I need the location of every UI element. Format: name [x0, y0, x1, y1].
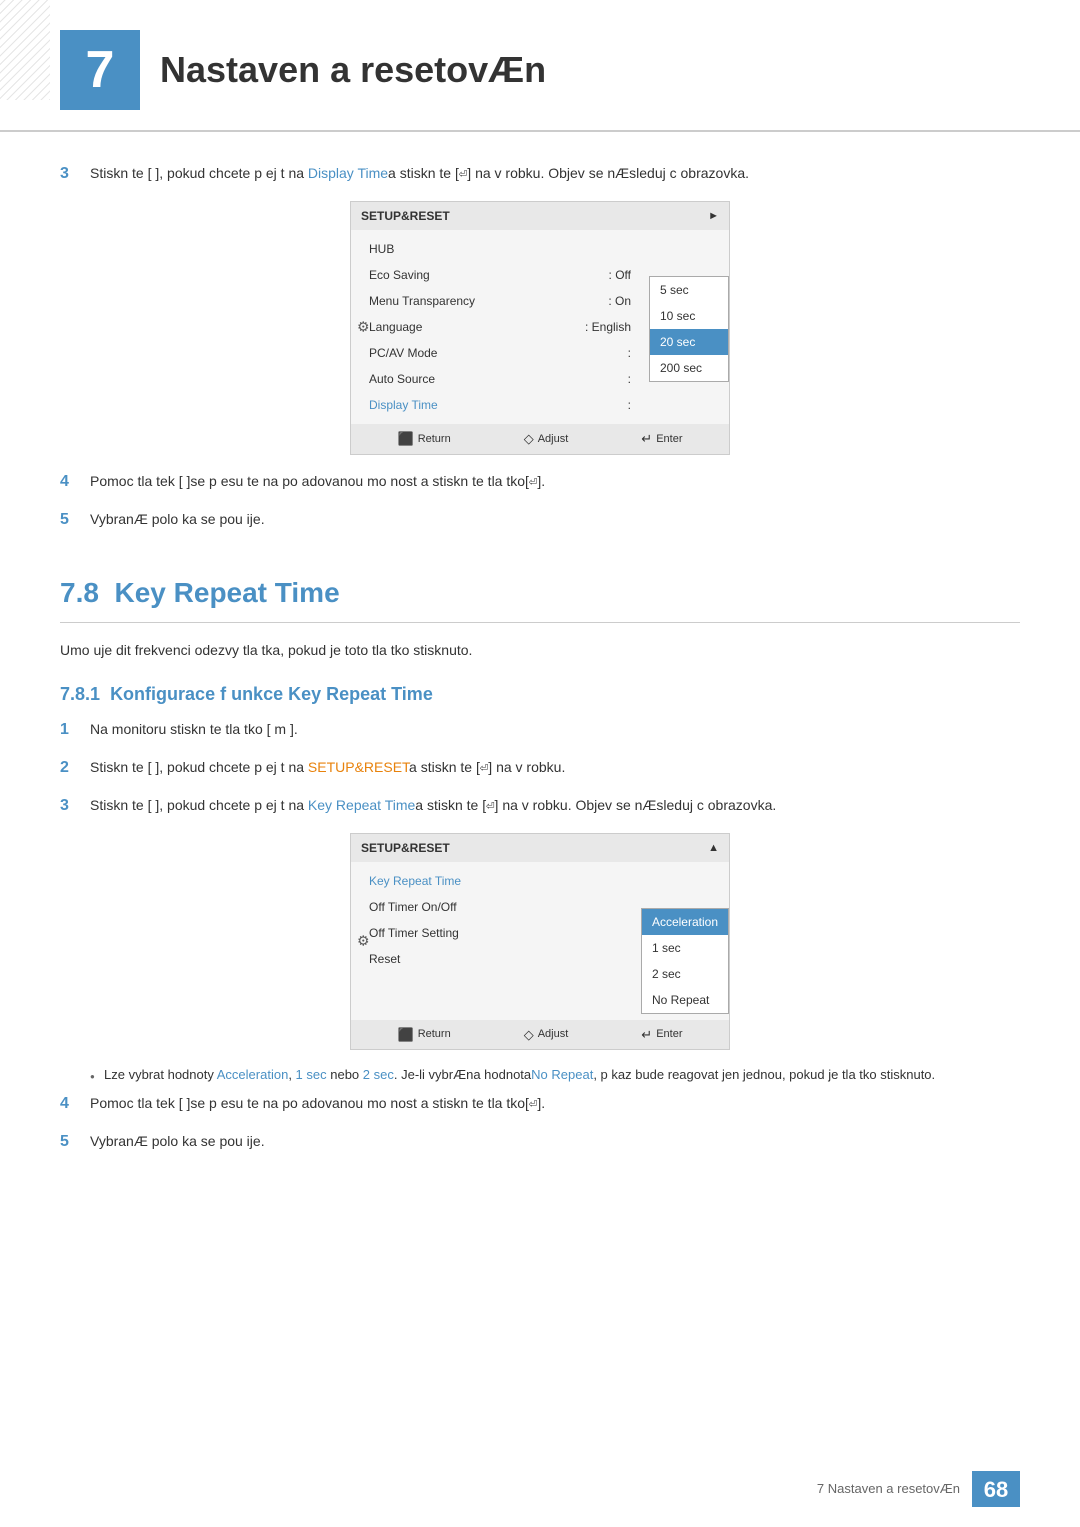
- menu2-body: ⚙ Key Repeat Time Off Timer On/Off Off T…: [351, 862, 729, 1020]
- step-781-number-1: 1: [60, 718, 90, 742]
- submenu1-20sec: 20 sec: [650, 329, 728, 355]
- step-number-4-intro: 4: [60, 470, 90, 494]
- enter-icon-2: ↵: [641, 1025, 652, 1045]
- step-781-number-3: 3: [60, 794, 90, 818]
- menu1-item-hub: HUB: [361, 236, 639, 262]
- menu1-footer-enter: ↵ Enter: [641, 429, 682, 449]
- step-781-5: 5 VybranÆ polo ka se pou ije.: [60, 1130, 1020, 1154]
- chapter-title: Nastaven a resetovÆn: [160, 43, 546, 97]
- menu1-item-language: Language : English: [361, 314, 639, 340]
- menu2-item-reset: Reset: [361, 946, 631, 972]
- menu1-body: ⚙ HUB Eco Saving : Off Menu Transparency…: [351, 230, 729, 424]
- menu2-footer-adjust: ◇ Adjust: [524, 1025, 569, 1045]
- menu1-item-transparency: Menu Transparency : On: [361, 288, 639, 314]
- step-3-intro: 3 Stiskn te [ ], pokud chcete p ej t na …: [60, 162, 1020, 186]
- menu1-item-pcav: PC/AV Mode :: [361, 340, 639, 366]
- menu2-gear-icon: ⚙: [357, 930, 370, 951]
- menu2-item-keyrepeat: Key Repeat Time: [361, 868, 631, 894]
- menu2-item-offtimerset: Off Timer Setting: [361, 920, 631, 946]
- step-4-intro: 4 Pomoc tla tek [ ]se p esu te na po ado…: [60, 470, 1020, 494]
- step-781-number-2: 2: [60, 756, 90, 780]
- page-footer: 7 Nastaven a resetovÆn 68: [817, 1471, 1020, 1507]
- submenu1-10sec: 10 sec: [650, 303, 728, 329]
- submenu1-200sec: 200 sec: [650, 355, 728, 381]
- step-781-1: 1 Na monitoru stiskn te tla tko [ m ].: [60, 718, 1020, 742]
- bullet-note: ● Lze vybrat hodnoty Acceleration, 1 sec…: [90, 1065, 1020, 1086]
- step-781-number-5: 5: [60, 1130, 90, 1154]
- chapter-number: 7: [60, 30, 140, 110]
- submenu2-norepeat: No Repeat: [642, 987, 728, 1013]
- step-number-5-intro: 5: [60, 508, 90, 532]
- return-icon-2: ⬛: [398, 1025, 414, 1045]
- menu1-footer-adjust: ◇ Adjust: [524, 429, 569, 449]
- menu1-item-eco: Eco Saving : Off: [361, 262, 639, 288]
- step-781-2: 2 Stiskn te [ ], pokud chcete p ej t na …: [60, 756, 1020, 780]
- display-time-highlight: Display Time: [308, 165, 388, 181]
- menu2-footer-return: ⬛ Return: [398, 1025, 451, 1045]
- adjust-icon: ◇: [524, 429, 534, 449]
- step-3-text: Stiskn te [ ], pokud chcete p ej t na Di…: [90, 162, 749, 185]
- norepeat-highlight: No Repeat: [531, 1067, 593, 1082]
- acceleration-highlight: Acceleration: [217, 1067, 289, 1082]
- menu2-items: Key Repeat Time Off Timer On/Off Off Tim…: [351, 868, 641, 1014]
- bullet-dot: ●: [90, 1071, 104, 1083]
- step-5-intro-text: VybranÆ polo ka se pou ije.: [90, 508, 265, 530]
- step-781-1-text: Na monitoru stiskn te tla tko [ m ].: [90, 718, 298, 740]
- menu2-title: SETUP&RESET: [361, 839, 450, 857]
- menu1-arrow: ►: [708, 208, 719, 225]
- 2sec-highlight: 2 sec: [363, 1067, 394, 1082]
- main-content: 3 Stiskn te [ ], pokud chcete p ej t na …: [0, 162, 1080, 1154]
- menu-screenshot-2: SETUP&RESET ▲ ⚙ Key Repeat Time Off Time…: [350, 833, 730, 1051]
- bullet-text: Lze vybrat hodnoty Acceleration, 1 sec n…: [104, 1065, 935, 1086]
- menu1-submenu: 5 sec 10 sec 20 sec 200 sec: [649, 276, 729, 382]
- menu1-footer: ⬛ Return ◇ Adjust ↵ Enter: [351, 424, 729, 454]
- footer-text: 7 Nastaven a resetovÆn: [817, 1479, 960, 1499]
- 1sec-highlight: 1 sec: [296, 1067, 327, 1082]
- submenu2-1sec: 1 sec: [642, 935, 728, 961]
- section-78-header: 7.8 Key Repeat Time: [60, 572, 1020, 623]
- menu1-gear-icon: ⚙: [357, 317, 370, 338]
- adjust-icon-2: ◇: [524, 1025, 534, 1045]
- step-781-2-text: Stiskn te [ ], pokud chcete p ej t na SE…: [90, 756, 565, 779]
- section-78-title: 7.8 Key Repeat Time: [60, 572, 1020, 623]
- step-781-3: 3 Stiskn te [ ], pokud chcete p ej t na …: [60, 794, 1020, 818]
- menu1-item-autosource: Auto Source :: [361, 366, 639, 392]
- menu-screenshot-1: SETUP&RESET ► ⚙ HUB Eco Saving : Off Men…: [350, 201, 730, 455]
- menu-title-bar-2: SETUP&RESET ▲: [351, 834, 729, 862]
- step-781-4: 4 Pomoc tla tek [ ]se p esu te na po ado…: [60, 1092, 1020, 1116]
- menu1-items: HUB Eco Saving : Off Menu Transparency :…: [351, 236, 649, 418]
- page-number: 68: [972, 1471, 1020, 1507]
- step-781-3-text: Stiskn te [ ], pokud chcete p ej t na Ke…: [90, 794, 776, 817]
- menu2-arrow: ▲: [708, 840, 719, 857]
- menu2-footer-enter: ↵ Enter: [641, 1025, 682, 1045]
- menu1-footer-return: ⬛ Return: [398, 429, 451, 449]
- menu2-item-offtimer: Off Timer On/Off: [361, 894, 631, 920]
- subsection-781-title: 7.8.1 Konfigurace f unkce Key Repeat Tim…: [60, 681, 1020, 708]
- chapter-header: 7 Nastaven a resetovÆn: [0, 0, 1080, 132]
- return-icon: ⬛: [398, 429, 414, 449]
- section-78-desc: Umo uje dit frekvenci odezvy tla tka, po…: [60, 639, 1020, 661]
- step-number-3: 3: [60, 162, 90, 186]
- step-5-intro: 5 VybranÆ polo ka se pou ije.: [60, 508, 1020, 532]
- menu2-submenu: Acceleration 1 sec 2 sec No Repeat: [641, 908, 729, 1014]
- menu1-title: SETUP&RESET: [361, 207, 450, 225]
- hatch-decoration: [0, 0, 50, 100]
- submenu2-2sec: 2 sec: [642, 961, 728, 987]
- submenu1-5sec: 5 sec: [650, 277, 728, 303]
- step-781-number-4: 4: [60, 1092, 90, 1116]
- menu2-footer: ⬛ Return ◇ Adjust ↵ Enter: [351, 1020, 729, 1050]
- menu-title-bar-1: SETUP&RESET ►: [351, 202, 729, 230]
- submenu2-acceleration: Acceleration: [642, 909, 728, 935]
- step-4-intro-text: Pomoc tla tek [ ]se p esu te na po adova…: [90, 470, 545, 493]
- step-781-5-text: VybranÆ polo ka se pou ije.: [90, 1130, 265, 1152]
- step-781-4-text: Pomoc tla tek [ ]se p esu te na po adova…: [90, 1092, 545, 1115]
- setup-reset-highlight: SETUP&RESET: [308, 759, 409, 775]
- key-repeat-time-highlight: Key Repeat Time: [308, 797, 415, 813]
- menu1-item-displaytime: Display Time :: [361, 392, 639, 418]
- enter-icon: ↵: [641, 429, 652, 449]
